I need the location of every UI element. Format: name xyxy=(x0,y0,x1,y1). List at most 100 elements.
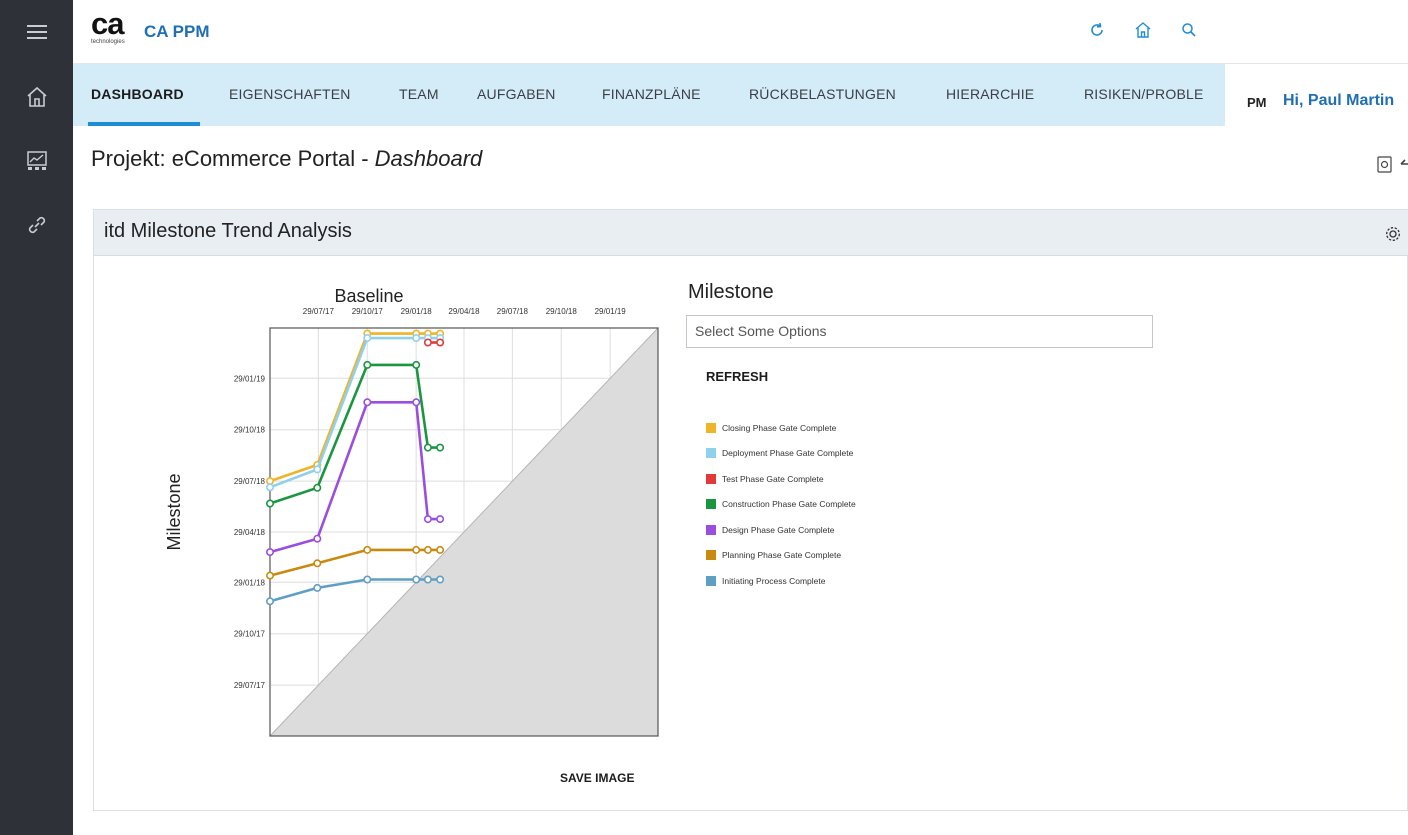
legend-item[interactable]: Test Phase Gate Complete xyxy=(706,466,856,492)
left-rail xyxy=(0,0,73,835)
tab-rueckbelastungen[interactable]: RÜCKBELASTUNGEN xyxy=(749,86,896,102)
tab-bar: DASHBOARD EIGENSCHAFTEN TEAM AUFGABEN FI… xyxy=(73,64,1225,126)
series-point xyxy=(313,534,322,543)
link-icon[interactable] xyxy=(0,205,73,245)
milestone-select[interactable]: Select Some Options xyxy=(686,315,1153,348)
series-point xyxy=(412,575,421,584)
legend-item[interactable]: Construction Phase Gate Complete xyxy=(706,492,856,518)
legend-item[interactable]: Closing Phase Gate Complete xyxy=(706,415,856,441)
y-tick-label: 29/10/17 xyxy=(234,630,266,639)
x-tick-label: 29/04/18 xyxy=(448,307,480,316)
y-tick-label: 29/07/18 xyxy=(234,477,266,486)
page-settings-icon[interactable] xyxy=(1377,152,1408,174)
legend-label: Initiating Process Complete xyxy=(722,575,826,586)
active-tab-indicator xyxy=(88,122,200,126)
series-point xyxy=(313,465,322,474)
legend-swatch xyxy=(706,473,716,484)
home-icon[interactable] xyxy=(0,77,73,117)
legend-item[interactable]: Initiating Process Complete xyxy=(706,568,856,594)
milestone-trend-chart: Baseline29/07/17 29/10/17 29/01/18 29/04/18… xyxy=(164,286,659,737)
refresh-button[interactable]: REFRESH xyxy=(706,369,768,384)
milestone-filter-label: Milestone xyxy=(688,281,774,303)
series-point xyxy=(313,559,322,568)
series-point xyxy=(436,545,445,554)
tab-team[interactable]: TEAM xyxy=(399,86,439,102)
x-tick-label: 29/01/18 xyxy=(401,307,433,316)
panel-title: itd Milestone Trend Analysis xyxy=(104,220,352,242)
legend-swatch xyxy=(706,448,716,459)
legend-label: Closing Phase Gate Complete xyxy=(722,422,837,433)
ca-logo: ca technologies xyxy=(91,6,125,45)
tab-eigenschaften[interactable]: EIGENSCHAFTEN xyxy=(229,86,351,102)
y-tick-label: 29/04/18 xyxy=(234,528,266,537)
legend-label: Construction Phase Gate Complete xyxy=(722,499,856,510)
legend-swatch xyxy=(706,575,716,586)
search-icon[interactable] xyxy=(1177,18,1201,42)
x-tick-label: 29/10/18 xyxy=(546,307,578,316)
series-point xyxy=(363,398,372,407)
y-tick-label: 29/07/17 xyxy=(234,681,266,690)
series-point xyxy=(266,499,275,508)
legend-item[interactable]: Design Phase Gate Complete xyxy=(706,517,856,543)
top-icons xyxy=(1085,18,1201,42)
top-bar: ca technologies CA PPM xyxy=(73,0,1408,64)
chart-legend: Closing Phase Gate Complete Deployment Ph… xyxy=(706,415,856,594)
x-tick-label: 29/07/17 xyxy=(303,307,335,316)
x-tick-label: 29/07/18 xyxy=(497,307,529,316)
user-menu[interactable]: PM Hi, Paul Martin xyxy=(1225,64,1408,126)
refresh-icon[interactable] xyxy=(1085,18,1109,42)
legend-label: Deployment Phase Gate Complete xyxy=(722,448,854,459)
y-tick-label: 29/01/19 xyxy=(234,374,266,383)
series-point xyxy=(412,334,421,343)
series-point xyxy=(436,443,445,452)
tab-risiken[interactable]: RISIKEN/PROBLE xyxy=(1084,86,1225,102)
series-point xyxy=(423,338,432,347)
save-image-button[interactable]: SAVE IMAGE xyxy=(560,771,634,785)
series-point xyxy=(363,360,372,369)
gear-icon[interactable] xyxy=(1384,225,1402,243)
y-tick-label: 29/01/18 xyxy=(234,578,266,587)
legend-item[interactable]: Deployment Phase Gate Complete xyxy=(706,441,856,467)
page-title-suffix: Dashboard xyxy=(374,146,483,171)
chart-title: Baseline xyxy=(334,286,403,306)
dashboard-icon[interactable] xyxy=(0,141,73,181)
series-point xyxy=(363,334,372,343)
panel-header: itd Milestone Trend Analysis xyxy=(94,210,1408,256)
series-point xyxy=(412,398,421,407)
series-point xyxy=(266,483,275,492)
avatar: PM xyxy=(1247,95,1267,110)
legend-swatch xyxy=(706,499,716,510)
page-title: Projekt: eCommerce Portal - Dashboard xyxy=(91,146,482,172)
tab-dashboard[interactable]: DASHBOARD xyxy=(91,86,184,102)
series-point xyxy=(436,338,445,347)
legend-swatch xyxy=(706,550,716,561)
legend-label: Planning Phase Gate Complete xyxy=(722,550,842,561)
series-point xyxy=(266,571,275,580)
series-point xyxy=(313,583,322,592)
legend-swatch xyxy=(706,524,716,535)
legend-label: Test Phase Gate Complete xyxy=(722,473,824,484)
series-point xyxy=(363,575,372,584)
y-axis-label: Milestone xyxy=(164,473,184,550)
series-point xyxy=(436,515,445,524)
tab-finanzplaene[interactable]: FINANZPLÄNE xyxy=(602,86,701,102)
home-icon[interactable] xyxy=(1131,18,1155,42)
legend-swatch xyxy=(706,422,716,433)
series-point xyxy=(266,548,275,557)
x-tick-label: 29/01/19 xyxy=(595,307,627,316)
app-title: CA PPM xyxy=(144,22,210,41)
menu-icon[interactable] xyxy=(0,12,73,52)
legend-label: Design Phase Gate Complete xyxy=(722,524,835,535)
series-point xyxy=(423,575,432,584)
series-point xyxy=(412,545,421,554)
user-greeting[interactable]: Hi, Paul Martin xyxy=(1283,92,1394,110)
series-point xyxy=(423,545,432,554)
series-point xyxy=(266,597,275,606)
series-point xyxy=(313,483,322,492)
tab-aufgaben[interactable]: AUFGABEN xyxy=(477,86,556,102)
series-point xyxy=(423,515,432,524)
tab-hierarchie[interactable]: HIERARCHIE xyxy=(946,86,1034,102)
series-point xyxy=(423,443,432,452)
x-tick-label: 29/10/17 xyxy=(352,307,384,316)
legend-item[interactable]: Planning Phase Gate Complete xyxy=(706,543,856,569)
